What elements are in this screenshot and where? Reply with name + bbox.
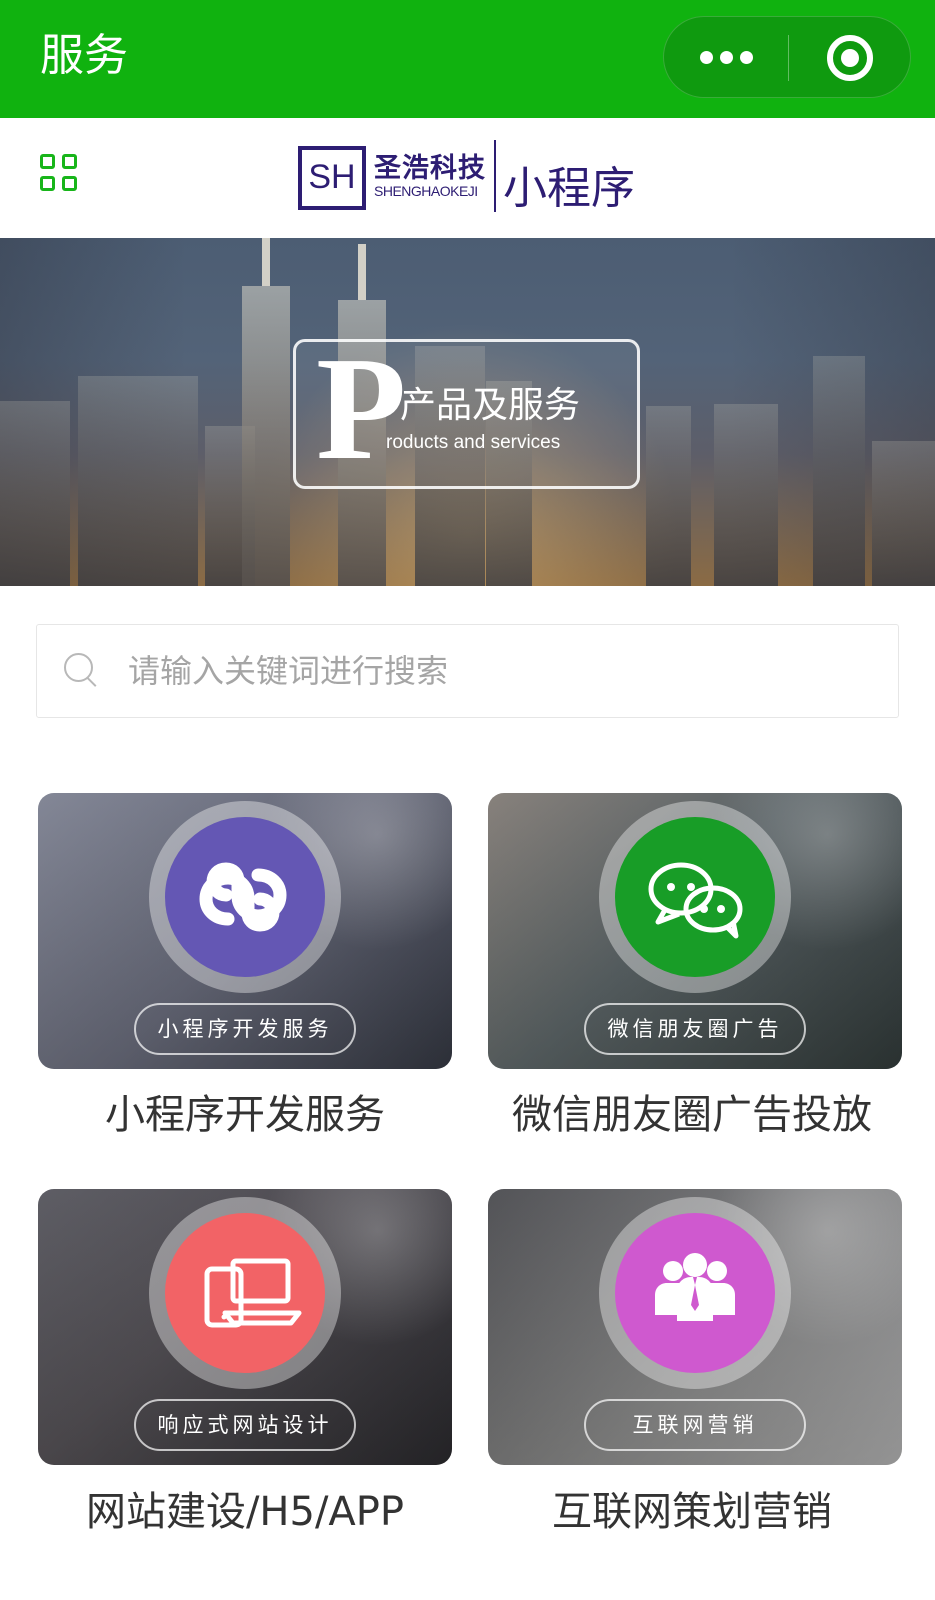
skyline-building (872, 441, 935, 586)
logo-english: SHENGHAOKEJI (374, 183, 478, 199)
service-title[interactable]: 互联网策划营销 (468, 1486, 916, 1538)
logo-chinese: 圣浩科技 (374, 153, 486, 184)
search-placeholder: 请输入关键词进行搜索 (128, 652, 449, 690)
brand-logo: SH 圣浩科技 SHENGHAOKEJI 小程序 (298, 140, 638, 216)
icon-halo (599, 801, 791, 993)
close-button[interactable] (789, 17, 912, 99)
service-title[interactable]: 微信朋友圈广告投放 (468, 1089, 916, 1141)
hero-title-box: P 产品及服务 roducts and services (293, 334, 640, 489)
service-card-label: 响应式网站设计 (134, 1399, 356, 1451)
service-card-label: 小程序开发服务 (134, 1003, 356, 1055)
page-title: 服务 (40, 30, 128, 81)
service-card-wechat-ads[interactable]: 微信朋友圈广告 (488, 793, 902, 1069)
icon-halo (599, 1197, 791, 1389)
grid-icon[interactable] (40, 154, 80, 194)
search-input[interactable]: 请输入关键词进行搜索 (36, 624, 899, 718)
more-button[interactable] (664, 17, 788, 99)
logo-divider (494, 140, 496, 212)
hero-title-cn: 产品及服务 (400, 385, 581, 426)
skyline-building (78, 376, 198, 586)
skyline-building (813, 356, 865, 586)
service-card-label: 互联网营销 (584, 1399, 806, 1451)
chat-icon (648, 862, 743, 939)
miniprogram-icon-circle (165, 817, 325, 977)
logo-suffix: 小程序 (503, 163, 635, 214)
team-icon-circle (615, 1213, 775, 1373)
skyline-building (0, 401, 70, 586)
service-card-label: 微信朋友圈广告 (584, 1003, 806, 1055)
logo-mark: SH (298, 146, 366, 210)
service-card-miniprogram[interactable]: 小程序开发服务 (38, 793, 452, 1069)
service-card-marketing[interactable]: 互联网营销 (488, 1189, 902, 1465)
chat-icon-circle (615, 817, 775, 977)
icon-halo (149, 801, 341, 993)
header: SH 圣浩科技 SHENGHAOKEJI 小程序 (0, 118, 935, 238)
devices-icon (204, 1258, 302, 1328)
skyline-building (714, 404, 778, 586)
target-icon (827, 35, 873, 81)
more-dots-icon (720, 51, 733, 64)
hero-banner: P 产品及服务 roducts and services (0, 238, 935, 586)
skyline-building (646, 406, 691, 586)
service-title[interactable]: 网站建设/H5/APP (21, 1486, 469, 1538)
search-icon (64, 653, 98, 687)
miniprogram-icon (199, 862, 287, 932)
capsule-menu (663, 16, 911, 98)
devices-icon-circle (165, 1213, 325, 1373)
more-dots-icon (740, 51, 753, 64)
team-icon (655, 1253, 735, 1321)
service-card-web-design[interactable]: 响应式网站设计 (38, 1189, 452, 1465)
navigation-bar: 服务 (0, 0, 935, 118)
service-title[interactable]: 小程序开发服务 (21, 1089, 469, 1141)
icon-halo (149, 1197, 341, 1389)
hero-letter: P (316, 327, 407, 491)
more-dots-icon (700, 51, 713, 64)
skyline-tower (242, 238, 290, 586)
hero-title-en: roducts and services (386, 432, 561, 453)
